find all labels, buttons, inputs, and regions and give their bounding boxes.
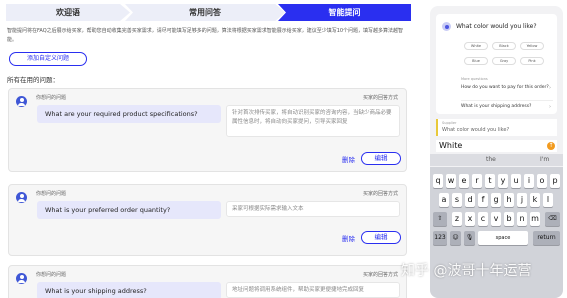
color-option[interactable]: Yellow [520,42,544,50]
answer-text: 采家可根据实际需求输入文本 [226,201,400,217]
suggestion-word[interactable]: I'm [540,156,549,163]
key-l[interactable]: l [543,193,553,207]
color-option[interactable]: White [464,42,488,50]
key-x[interactable]: x [465,212,475,226]
key-v[interactable]: v [491,212,501,226]
edit-button[interactable]: 编辑 [361,231,401,244]
keyboard-suggestions: the I'm [430,154,563,166]
answer-text: 针对首次排传买家，将自动识别买家的咨询内容，当缺少商品必要属性信息时，将自动向买… [226,105,400,137]
description-text: 智能提问将在FAQ之后展示给买家，帮助您自动收集完善买家需求，请尽可能填写足够多… [7,28,404,43]
key-g[interactable]: g [491,193,501,207]
color-option[interactable]: Gray [492,57,516,65]
question-card: 你想问的问题 买家的回答方式 What is your preferred or… [8,184,407,256]
answer-label: 买家的回答方式 [362,95,398,101]
key-i[interactable]: i [524,174,534,188]
user-avatar-icon [16,273,27,284]
add-custom-question-button[interactable]: 添加自定义问题 [9,52,87,66]
more-question-text: What is your shipping address? [461,104,532,109]
more-question-item[interactable]: What is your shipping address? › [461,104,551,110]
key-p[interactable]: p [550,174,560,188]
step-smart-questions[interactable]: 智能提问 [278,4,411,21]
question-card: 你想问的问题 买家的回答方式 What are your required pr… [8,88,407,172]
key-z[interactable]: z [452,212,462,226]
mobile-preview: What color would you like? White Black Y… [430,6,563,298]
key-m[interactable]: m [530,212,540,226]
message-input[interactable]: White ↑ [436,140,557,152]
supplier-text: What color would you like? [442,127,510,133]
user-avatar-icon [16,96,27,107]
key-b[interactable]: b [504,212,514,226]
answer-text: 地址问题将调用系统组件，帮助买家更便捷地完成回复 [226,282,400,298]
key-h[interactable]: h [504,193,514,207]
all-questions-label: 所有在用的问题： [7,76,59,84]
more-questions-label: More questions [461,77,488,81]
question-label: 你想问的问题 [36,191,67,197]
color-option[interactable]: Blue [464,57,488,65]
space-key[interactable]: space [478,231,528,245]
backspace-key[interactable]: ⌫ [545,212,560,226]
watermark: 知乎 @波哥十年运营 [401,263,532,279]
edit-button[interactable]: 编辑 [361,152,401,165]
key-t[interactable]: t [485,174,495,188]
color-option[interactable]: Black [492,42,516,50]
input-value: White [439,141,463,150]
question-text: What are your required product specifica… [37,105,221,123]
key-f[interactable]: f [478,193,488,207]
key-y[interactable]: y [498,174,508,188]
key-e[interactable]: e [459,174,469,188]
shift-key[interactable]: ⇧ [433,212,447,226]
key-s[interactable]: s [452,193,462,207]
question-label: 你想问的问题 [36,95,67,101]
key-j[interactable]: j [517,193,527,207]
supplier-quote: Supplier What color would you like? [436,119,557,136]
answer-label: 买家的回答方式 [362,272,398,278]
send-button[interactable]: ↑ [547,142,555,150]
question-text: What is your preferred order quantity? [37,201,221,219]
suggestion-word[interactable]: the [486,156,496,163]
question-card: 你想问的问题 买家的回答方式 What is your shipping add… [8,265,407,298]
bot-question: What color would you like? [456,23,537,30]
more-question-text: How do you want to pay for this order? [461,85,549,90]
chevron-right-icon: › [549,85,551,91]
microphone-icon[interactable]: 🎙 [464,231,475,245]
arrow-up-icon: ↑ [548,142,554,149]
key-a[interactable]: a [439,193,449,207]
key-d[interactable]: d [465,193,475,207]
return-key[interactable]: return [533,231,560,245]
step-tabs: 欢迎语 常用问答 智能提问 [6,4,411,21]
answer-label: 买家的回答方式 [362,191,398,197]
step-welcome[interactable]: 欢迎语 [6,4,130,21]
delete-link[interactable]: 删除 [342,233,355,243]
delete-link[interactable]: 删除 [342,154,355,164]
more-question-item[interactable]: How do you want to pay for this order? › [461,85,551,91]
numbers-key[interactable]: 123 [433,231,447,245]
question-label: 你想问的问题 [36,272,67,278]
supplier-label: Supplier [442,121,457,125]
key-k[interactable]: k [530,193,540,207]
color-option[interactable]: Pink [520,57,544,65]
step-faq[interactable]: 常用问答 [125,4,285,21]
user-avatar-icon [16,192,27,203]
bot-avatar-icon [442,22,451,31]
key-w[interactable]: w [446,174,456,188]
question-text: What is your shipping address? [37,282,221,298]
key-c[interactable]: c [478,212,488,226]
chevron-right-icon: › [549,104,551,110]
emoji-icon[interactable]: ☺ [450,231,461,245]
bot-message-card: What color would you like? White Black Y… [436,14,557,114]
key-o[interactable]: o [537,174,547,188]
key-u[interactable]: u [511,174,521,188]
key-n[interactable]: n [517,212,527,226]
key-q[interactable]: q [433,174,443,188]
divider [461,100,553,101]
key-r[interactable]: r [472,174,482,188]
